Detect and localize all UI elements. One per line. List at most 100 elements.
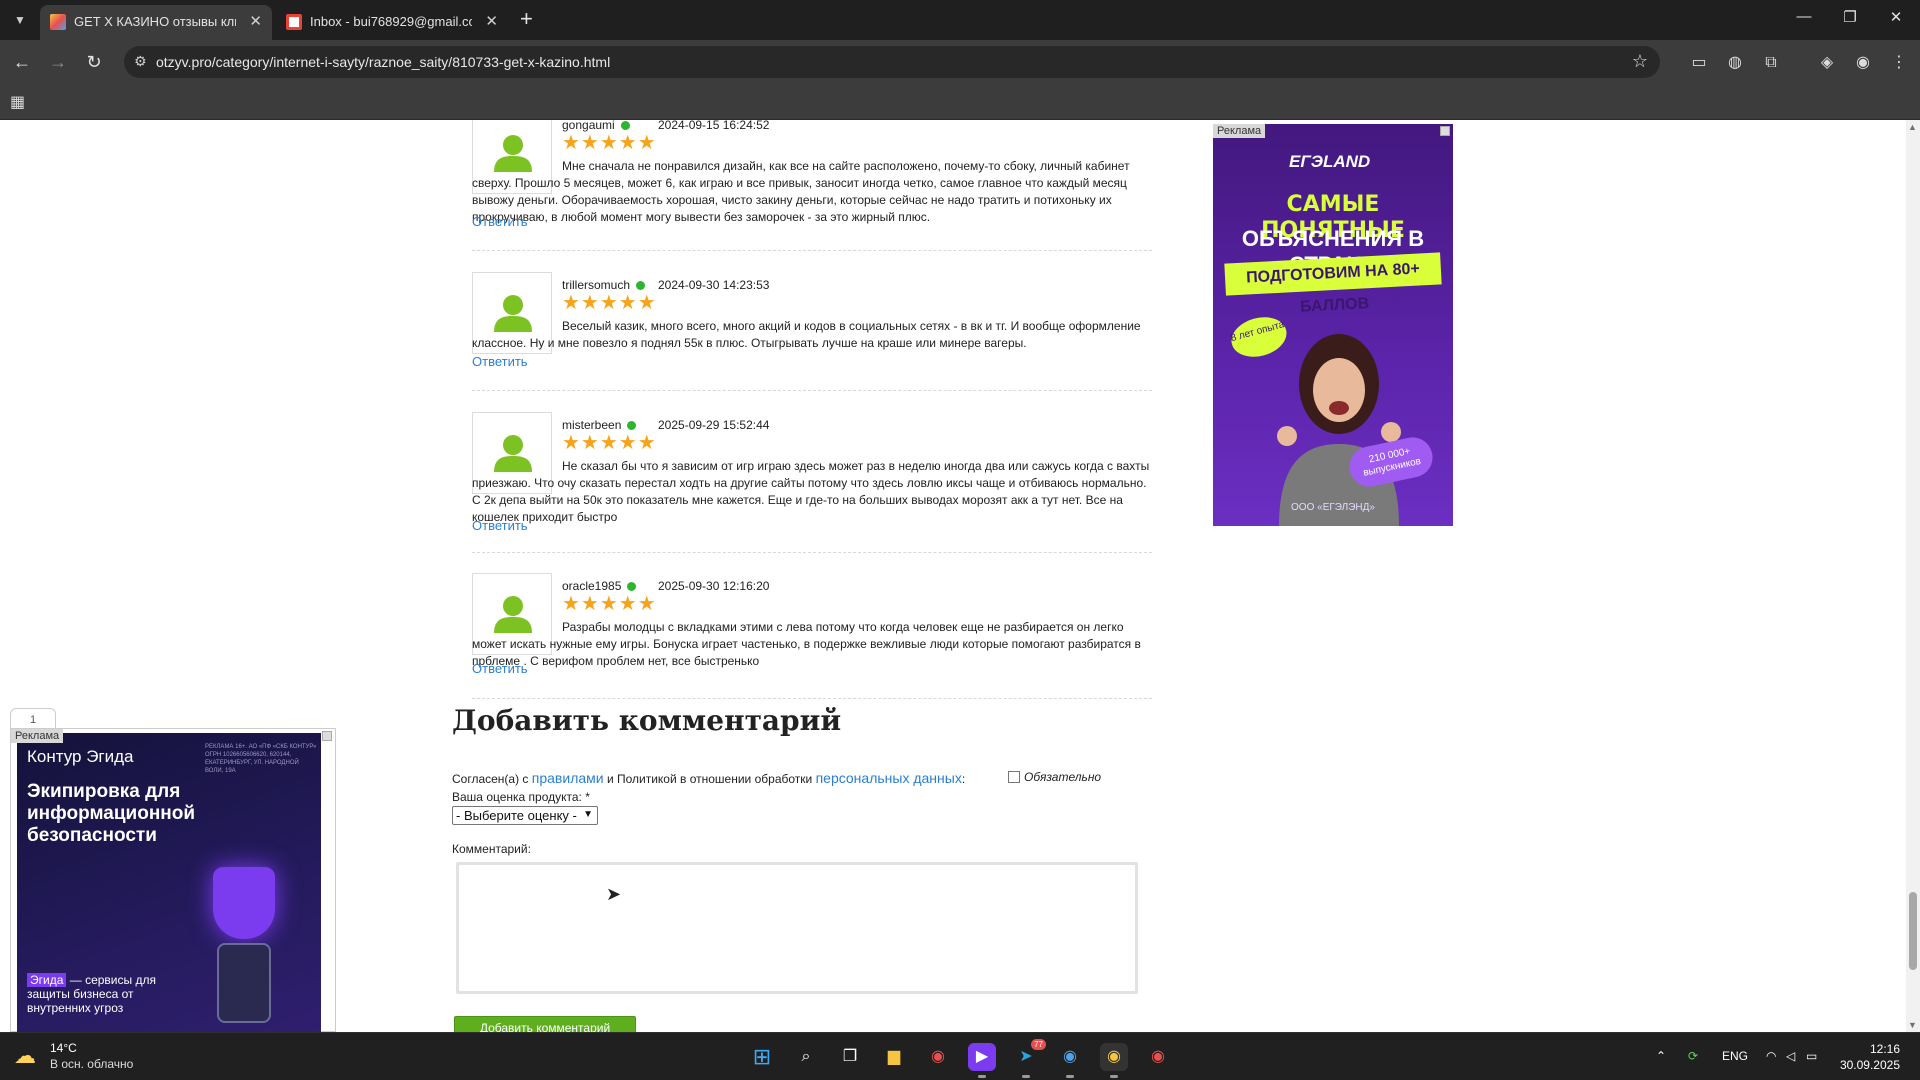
tab-search-chevron-icon[interactable]: ▼	[8, 8, 32, 32]
online-status-icon	[636, 281, 646, 290]
close-window-icon[interactable]: ✕	[1876, 8, 1916, 26]
new-tab-icon[interactable]: +	[520, 6, 533, 32]
right-ad-banner[interactable]: Реклама ЕГЭLAND САМЫЕ ПОНЯТНЫЕ ОБЪЯСНЕНИ…	[1213, 124, 1453, 526]
online-status-icon	[620, 121, 630, 130]
reply-link[interactable]: Ответить	[472, 214, 528, 229]
page-scrollbar[interactable]: ▲ ▼	[1906, 120, 1920, 1032]
address-bar[interactable]: ⚙ otzyv.pro/category/internet-i-sayty/ra…	[124, 46, 1660, 78]
chrome-profile-icon[interactable]: ◉	[1056, 1043, 1084, 1078]
camera-icon[interactable]: ▭	[1688, 52, 1710, 74]
ad-footer: Эгида — сервисы для защиты бизнеса от вн…	[27, 973, 156, 1015]
required-label: Обязательно	[1024, 770, 1102, 784]
chrome-icon[interactable]: ◉	[924, 1043, 952, 1071]
review-separator	[472, 250, 1152, 251]
tab-getx[interactable]: GET X КАЗИНО отзывы клиенто ✕	[40, 5, 272, 40]
gmail-icon	[286, 14, 302, 30]
telegram-icon[interactable]: ➤ 77	[1012, 1039, 1046, 1078]
weather-cloud-icon: ☁	[14, 1043, 36, 1068]
review-author[interactable]: trillersomuch	[562, 278, 646, 292]
review-author[interactable]: oracle1985	[562, 579, 637, 593]
tab-bar: ▼ GET X КАЗИНО отзывы клиенто ✕ Inbox - …	[0, 0, 1920, 40]
language-indicator[interactable]: ENG	[1722, 1049, 1748, 1063]
ad-counter-tab[interactable]: 1	[10, 708, 56, 730]
task-view-icon[interactable]: ❐	[836, 1043, 864, 1071]
sync-icon[interactable]: ⟳	[1688, 1049, 1698, 1063]
submit-comment-button[interactable]: Добавить комментарий	[454, 1016, 636, 1032]
reply-link[interactable]: Ответить	[472, 354, 528, 369]
review-text: Мне сначала не понравился дизайн, как вс…	[472, 159, 1130, 224]
agreement-checkbox-wrap: Обязательно	[1008, 770, 1101, 784]
site-info-icon[interactable]: ⚙	[134, 53, 147, 70]
phone-image	[217, 943, 271, 1023]
chrome-active-icon[interactable]: ◉	[1100, 1043, 1128, 1078]
left-floating-ad[interactable]: Реклама Контур Эгида РЕКЛАМА 16+. АО «ПФ…	[10, 728, 336, 1032]
ad-creative: Контур Эгида РЕКЛАМА 16+. АО «ПФ «СКБ КО…	[17, 733, 321, 1032]
review-item: trillersomuch 2024-09-30 14:23:53 ★★★★★ …	[472, 272, 1152, 372]
rating-stars: ★★★★★	[562, 432, 657, 454]
volume-icon[interactable]: ◁	[1786, 1049, 1795, 1063]
chrome-icon[interactable]: ◉	[1144, 1043, 1172, 1071]
review-item: gongaumi 2024-09-15 16:24:52 ★★★★★ Мне с…	[472, 120, 1152, 238]
bookmark-star-icon[interactable]: ☆	[1632, 51, 1648, 72]
ad-smallprint: РЕКЛАМА 16+. АО «ПФ «СКБ КОНТУР» ОГРН 10…	[205, 744, 317, 774]
rules-link[interactable]: правилами	[532, 770, 604, 786]
profile-icon[interactable]: ◉	[1852, 52, 1874, 74]
url-text[interactable]: otzyv.pro/category/internet-i-sayty/razn…	[156, 54, 610, 70]
agreement-checkbox[interactable]	[1008, 771, 1020, 783]
cookie-icon[interactable]: ◍	[1724, 52, 1746, 74]
page-viewport: gongaumi 2024-09-15 16:24:52 ★★★★★ Мне с…	[0, 120, 1906, 1032]
review-text: Разрабы молодцы с вкладками этими с лева…	[472, 620, 1141, 668]
tray-chevron-icon[interactable]: ⌃	[1656, 1049, 1666, 1063]
system-clock[interactable]: 12:16 30.09.2025	[1836, 1041, 1900, 1073]
minimize-icon[interactable]: —	[1784, 8, 1824, 25]
tab-title: GET X КАЗИНО отзывы клиенто	[74, 14, 236, 29]
rating-stars: ★★★★★	[562, 593, 657, 615]
forward-icon[interactable]: →	[46, 50, 70, 74]
ad-headline: Экипировка для информационной безопаснос…	[27, 781, 196, 846]
ad-close-icon[interactable]	[1440, 126, 1450, 136]
review-date: 2025-09-30 12:16:20	[658, 579, 770, 593]
review-text: Веселый казик, много всего, много акций …	[472, 319, 1141, 350]
review-text: Не сказал бы что я зависим от игр играю …	[472, 459, 1150, 524]
ad-legal: ООО «ЕГЭЛЭНД»	[1291, 502, 1375, 513]
review-author[interactable]: gongaumi	[562, 120, 630, 132]
back-icon[interactable]: ←	[10, 50, 34, 74]
tab-gmail[interactable]: Inbox - bui768929@gmail.com ✕	[276, 5, 508, 40]
rating-label: Ваша оценка продукта: *	[452, 790, 590, 804]
menu-dots-icon[interactable]: ⋮	[1888, 52, 1910, 74]
scroll-up-icon[interactable]: ▲	[1908, 122, 1917, 132]
ad-brand: Контур Эгида	[27, 747, 134, 766]
wifi-icon[interactable]: ◠	[1766, 1049, 1776, 1063]
reply-link[interactable]: Ответить	[472, 661, 528, 676]
chevron-down-icon: ▼	[583, 809, 593, 820]
ad-label: Реклама	[11, 729, 64, 743]
rating-select[interactable]: - Выберите оценку - ▼	[452, 806, 598, 825]
review-date: 2025-09-29 15:52:44	[658, 418, 770, 432]
close-tab-icon[interactable]: ✕	[485, 12, 498, 30]
scroll-down-icon[interactable]: ▼	[1908, 1020, 1917, 1030]
personal-data-link[interactable]: персональных данных	[816, 770, 962, 786]
start-icon[interactable]: ⊞	[748, 1043, 776, 1071]
shield-icon	[213, 867, 275, 939]
rating-stars: ★★★★★	[562, 132, 657, 154]
tab-title: Inbox - bui768929@gmail.com	[310, 14, 472, 29]
copilot-icon[interactable]: ◈	[1816, 52, 1838, 74]
search-icon[interactable]: ⌕	[792, 1043, 820, 1071]
review-author[interactable]: misterbeen	[562, 418, 637, 432]
ad-close-icon[interactable]	[322, 731, 332, 741]
file-explorer-icon[interactable]: ▆	[880, 1043, 908, 1071]
reply-link[interactable]: Ответить	[472, 518, 528, 533]
comment-textarea[interactable]	[456, 862, 1138, 994]
close-tab-icon[interactable]: ✕	[249, 12, 262, 30]
apps-grid-icon[interactable]: ▦	[10, 92, 25, 112]
online-status-icon	[627, 582, 637, 591]
battery-icon[interactable]: ▭	[1806, 1049, 1817, 1063]
ad-person-image	[1277, 334, 1401, 526]
app-icon[interactable]: ▶	[968, 1043, 996, 1078]
review-separator	[472, 698, 1152, 699]
restore-icon[interactable]: ❐	[1830, 8, 1870, 26]
scrollbar-thumb[interactable]	[1909, 892, 1917, 970]
review-date: 2024-09-30 14:23:53	[658, 278, 770, 292]
extensions-icon[interactable]: ⧉	[1760, 52, 1782, 74]
reload-icon[interactable]: ↻	[82, 50, 106, 74]
